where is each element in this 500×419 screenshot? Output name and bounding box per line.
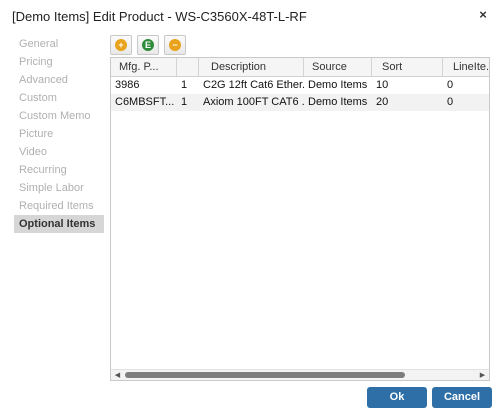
cell-sort: 10 — [376, 79, 389, 91]
column-header-source[interactable]: Source — [304, 58, 372, 77]
optional-items-grid: Mfg. P... Description Source Sort LineIt… — [110, 57, 490, 381]
dialog-titlebar: [Demo Items] Edit Product - WS-C3560X-48… — [0, 0, 500, 32]
sidebar-item-custom[interactable]: Custom — [14, 89, 104, 107]
table-row[interactable]: C6MBSFT... 1 Axiom 100FT CAT6 ... Demo I… — [111, 94, 489, 111]
sidebar-item-video[interactable]: Video — [14, 143, 104, 161]
cell-quantity: 1 — [181, 79, 188, 91]
horizontal-scrollbar[interactable]: ◀ ▶ — [111, 369, 489, 380]
remove-icon: − — [169, 39, 181, 51]
table-row[interactable]: 3986 1 C2G 12ft Cat6 Ether... Demo Items… — [111, 77, 489, 94]
sidebar-item-recurring[interactable]: Recurring — [14, 161, 104, 179]
cell-description: C2G 12ft Cat6 Ether... — [203, 79, 304, 91]
cell-source: Demo Items — [308, 96, 368, 108]
column-header-quantity[interactable] — [177, 58, 199, 77]
sidebar-item-custom-memo[interactable]: Custom Memo — [14, 107, 104, 125]
cell-lineitem: 0 — [447, 96, 454, 108]
add-icon: + — [115, 39, 127, 51]
sidebar-item-advanced[interactable]: Advanced — [14, 71, 104, 89]
sidebar-item-pricing[interactable]: Pricing — [14, 53, 104, 71]
cell-mfg-part: C6MBSFT... — [115, 96, 175, 108]
cell-quantity: 1 — [181, 96, 188, 108]
column-header-sort[interactable]: Sort — [372, 58, 443, 77]
sidebar-item-picture[interactable]: Picture — [14, 125, 104, 143]
column-header-description[interactable]: Description — [199, 58, 304, 77]
edit-icon: E — [142, 39, 154, 51]
remove-item-button[interactable]: − — [164, 35, 186, 55]
cell-source: Demo Items — [308, 79, 368, 91]
scroll-right-icon[interactable]: ▶ — [477, 370, 488, 380]
sidebar: General Pricing Advanced Custom Custom M… — [14, 35, 104, 233]
sidebar-item-general[interactable]: General — [14, 35, 104, 53]
sidebar-item-optional-items[interactable]: Optional Items — [14, 215, 104, 233]
cell-lineitem: 0 — [447, 79, 454, 91]
sidebar-item-simple-labor[interactable]: Simple Labor — [14, 179, 104, 197]
sidebar-item-required-items[interactable]: Required Items — [14, 197, 104, 215]
add-item-button[interactable]: + — [110, 35, 132, 55]
close-icon[interactable]: × — [476, 8, 490, 22]
column-header-lineitem[interactable]: LineIte... — [443, 58, 489, 77]
cancel-button[interactable]: Cancel — [432, 387, 492, 408]
ok-button[interactable]: Ok — [367, 387, 427, 408]
dialog-title: [Demo Items] Edit Product - WS-C3560X-48… — [12, 9, 307, 24]
grid-header: Mfg. P... Description Source Sort LineIt… — [111, 58, 489, 77]
cell-description: Axiom 100FT CAT6 ... — [203, 96, 304, 108]
scroll-left-icon[interactable]: ◀ — [112, 370, 123, 380]
scrollbar-thumb[interactable] — [125, 372, 405, 378]
edit-item-button[interactable]: E — [137, 35, 159, 55]
column-header-mfg-part[interactable]: Mfg. P... — [111, 58, 177, 77]
cell-sort: 20 — [376, 96, 389, 108]
cell-mfg-part: 3986 — [115, 79, 140, 91]
